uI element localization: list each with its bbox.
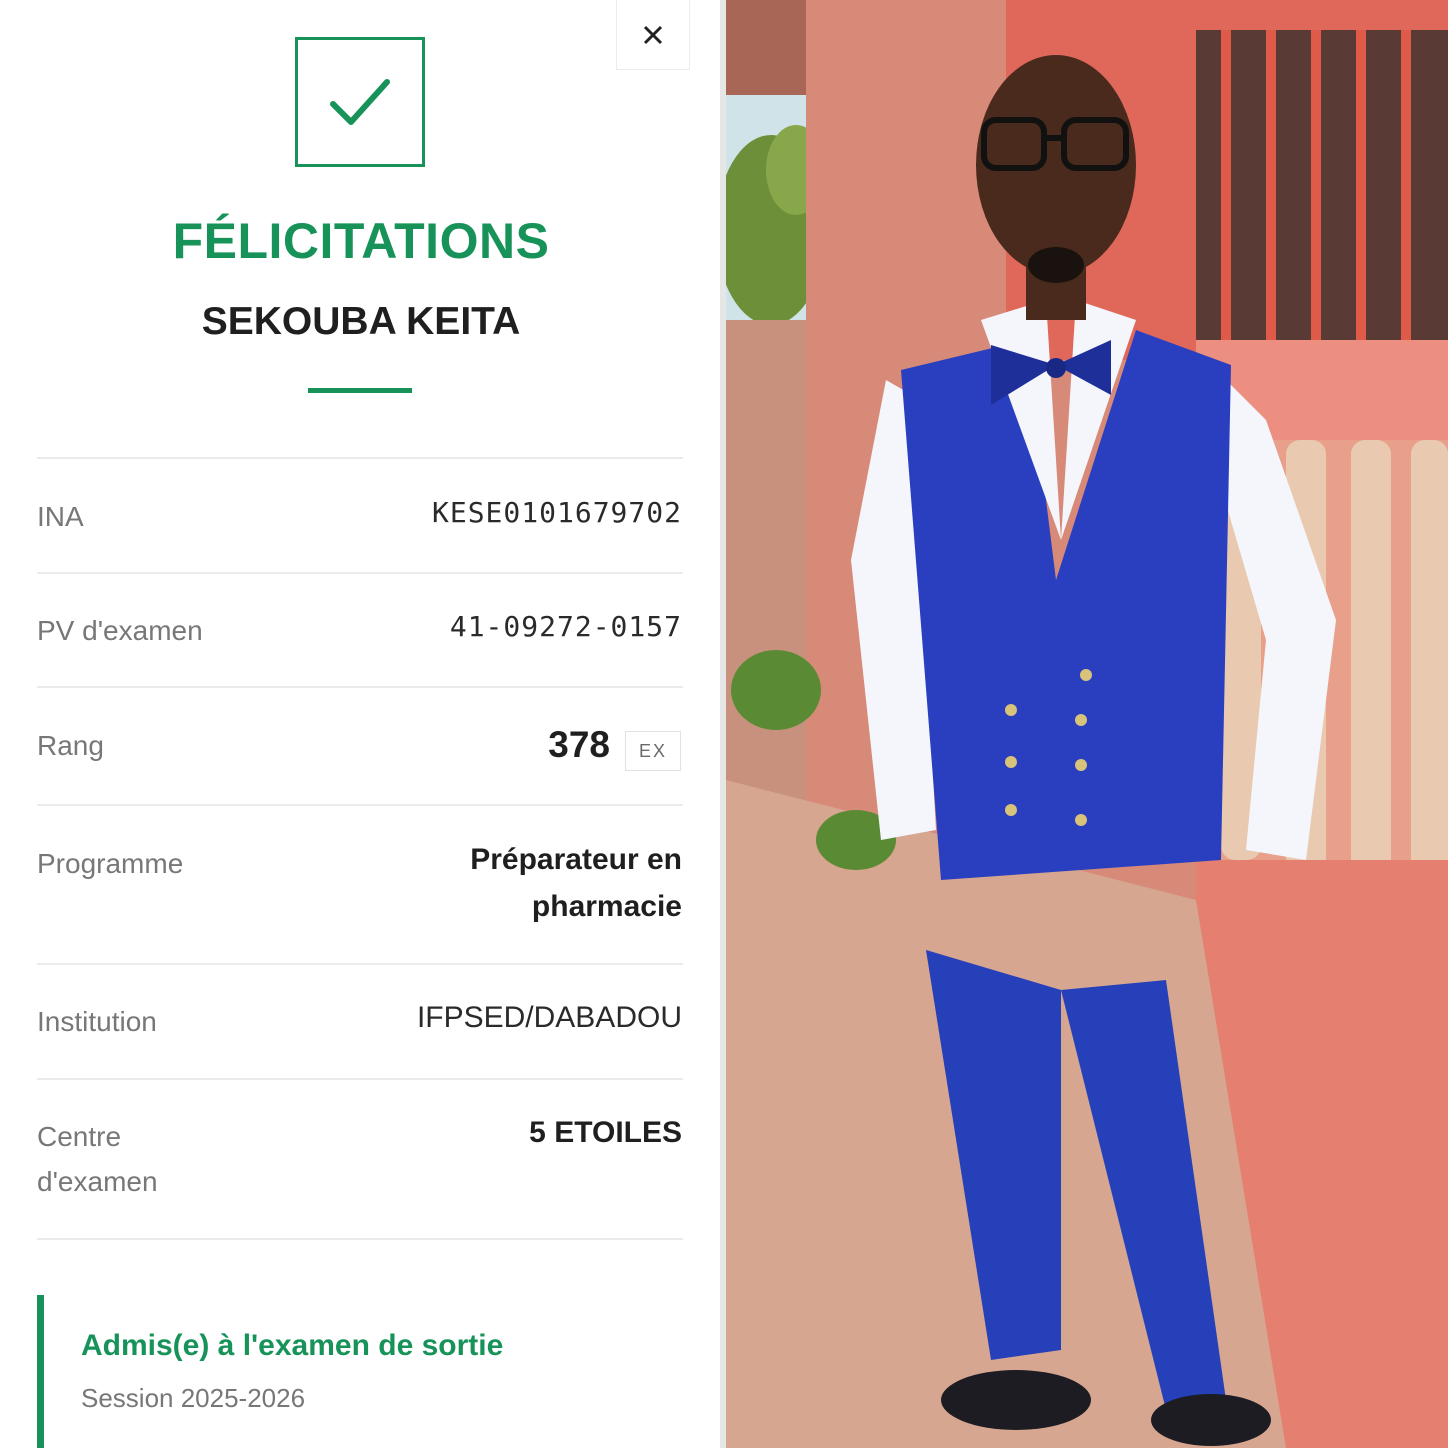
ina-label: INA xyxy=(37,501,84,532)
portrait-illustration xyxy=(726,0,1448,1448)
divider xyxy=(37,457,683,459)
center-label-line1: Centre xyxy=(37,1121,122,1152)
congratulations-title: FÉLICITATIONS xyxy=(172,213,550,269)
rank-label: Rang xyxy=(37,730,104,761)
institution-label: Institution xyxy=(37,1006,157,1037)
status-title: Admis(e) à l'examen de sortie xyxy=(81,1329,504,1362)
rank-value: 378 xyxy=(548,724,610,765)
result-panel: FÉLICITATIONS SEKOUBA KEITA INA KESE0101… xyxy=(0,0,722,1448)
center-value: 5 ETOILES xyxy=(529,1116,682,1149)
student-photo xyxy=(726,0,1448,1448)
program-label: Programme xyxy=(37,848,184,879)
divider xyxy=(37,1078,683,1080)
divider xyxy=(37,572,683,574)
pv-value: 41-09272-0157 xyxy=(449,610,682,643)
close-icon xyxy=(643,25,663,44)
success-badge xyxy=(295,37,425,167)
status-session: Session 2025-2026 xyxy=(81,1383,306,1413)
program-value-line2: pharmacie xyxy=(531,890,682,923)
divider xyxy=(37,686,683,688)
student-name: SEKOUBA KEITA xyxy=(201,300,521,343)
close-button[interactable] xyxy=(616,0,690,70)
divider xyxy=(37,804,683,806)
rank-badge: EX xyxy=(625,731,681,771)
divider xyxy=(37,1238,683,1240)
program-value-line1: Préparateur en xyxy=(470,843,682,876)
ina-value: KESE0101679702 xyxy=(431,496,682,529)
title-underline xyxy=(308,388,412,393)
institution-value: IFPSED/DABADOU xyxy=(416,1001,682,1034)
divider xyxy=(37,963,683,965)
admission-status: Admis(e) à l'examen de sortie Session 20… xyxy=(37,1295,722,1448)
pv-label: PV d'examen xyxy=(37,615,203,646)
checkmark-icon xyxy=(330,79,390,125)
center-label-line2: d'examen xyxy=(37,1166,158,1197)
